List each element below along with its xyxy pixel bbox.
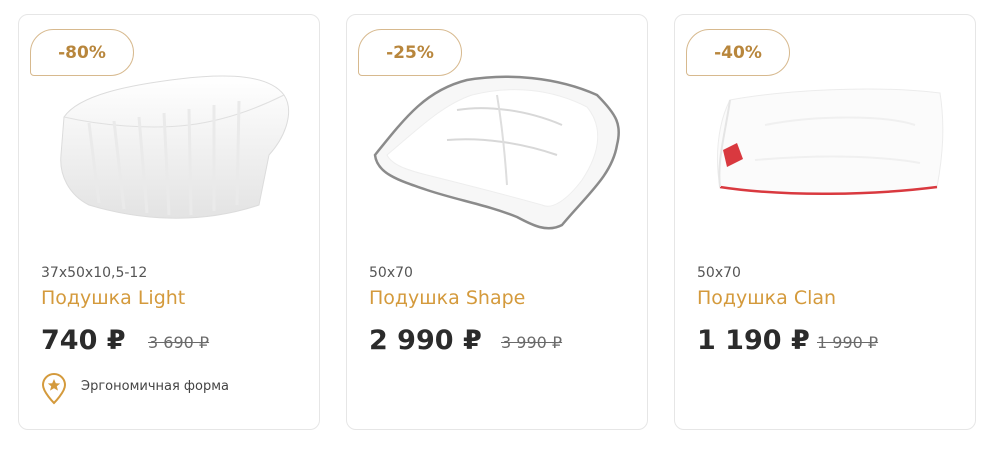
discount-badge: -25% xyxy=(358,29,462,76)
old-price: 3 990 ₽ xyxy=(501,333,563,352)
discount-badge: -40% xyxy=(686,29,790,76)
product-image-shape[interactable] xyxy=(347,55,649,245)
product-name-link[interactable]: Подушка Light xyxy=(41,287,185,309)
feature-ergonomic: Эргономичная форма xyxy=(41,373,311,405)
product-size: 50x70 xyxy=(697,265,741,281)
product-card-clan[interactable]: -40% 50x70 Подушка Clan 1 190 ₽ 1 990 ₽ xyxy=(674,14,976,430)
product-name-link[interactable]: Подушка Clan xyxy=(697,287,836,309)
current-price: 740 ₽ xyxy=(41,325,126,356)
discount-badge: -80% xyxy=(30,29,134,76)
product-image-light[interactable] xyxy=(19,55,321,245)
product-name-link[interactable]: Подушка Shape xyxy=(369,287,525,309)
product-card-light[interactable]: -80% 37x50x10,5-12 Подушка Light 740 ₽ 3… xyxy=(18,14,320,430)
current-price: 2 990 ₽ xyxy=(369,325,482,356)
feature-text: Эргономичная форма xyxy=(81,379,230,394)
star-pin-icon xyxy=(41,373,67,409)
product-size: 50x70 xyxy=(369,265,413,281)
product-card-shape[interactable]: -25% 50x70 Подушка Shape 2 990 ₽ 3 990 ₽ xyxy=(346,14,648,430)
old-price: 3 690 ₽ xyxy=(148,333,210,352)
product-size: 37x50x10,5-12 xyxy=(41,265,148,281)
product-image-clan[interactable] xyxy=(675,55,977,245)
current-price: 1 190 ₽ xyxy=(697,325,810,356)
old-price: 1 990 ₽ xyxy=(817,333,879,352)
